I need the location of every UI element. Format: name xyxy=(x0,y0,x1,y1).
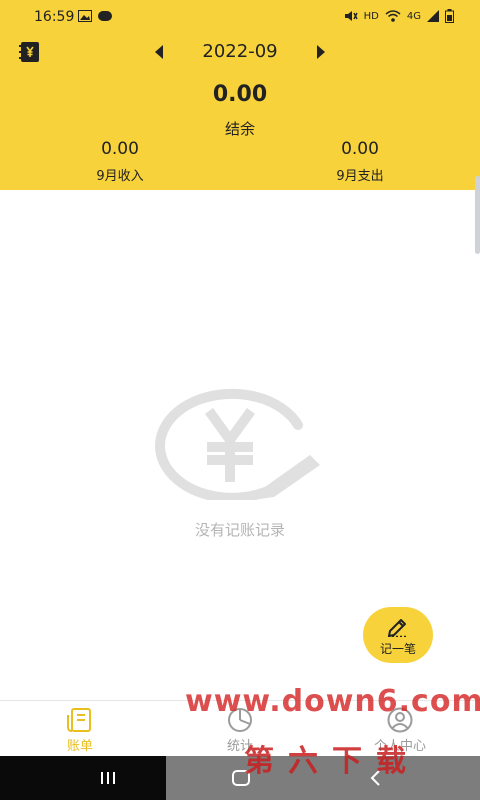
status-bar: 16:59 HD 4G xyxy=(0,0,480,34)
account-book-icon[interactable] xyxy=(18,40,42,64)
empty-state-text: 没有记账记录 xyxy=(194,521,285,539)
signal-icon xyxy=(427,10,439,22)
income-label: 9月收入 xyxy=(96,169,144,184)
current-month[interactable]: 2022-09 xyxy=(170,41,310,62)
scrollbar[interactable] xyxy=(475,176,480,254)
recent-apps-icon[interactable] xyxy=(96,767,120,789)
empty-yuan-pencil-icon xyxy=(155,388,320,500)
app-screen: 16:59 HD 4G 2022-09 0.00 结余 0.00 9月收入 0.… xyxy=(0,0,480,800)
wifi-icon xyxy=(385,10,401,22)
hd-label: HD xyxy=(363,10,379,22)
mute-icon xyxy=(344,11,358,21)
signal-label: 4G xyxy=(406,10,421,22)
status-indicators: HD 4G xyxy=(344,9,454,23)
app-notification-icon xyxy=(98,11,112,21)
add-record-label: 记一笔 xyxy=(379,642,416,656)
pencil-icon xyxy=(388,619,408,637)
add-record-button[interactable]: 记一笔 xyxy=(363,607,433,663)
gallery-icon xyxy=(78,10,92,22)
next-month-icon[interactable] xyxy=(314,44,328,60)
balance-label: 结余 xyxy=(224,120,255,138)
expense-amount: 0.00 xyxy=(341,139,379,159)
expense-label: 9月支出 xyxy=(336,169,384,184)
watermark-url: www.down6.com xyxy=(185,684,480,719)
watermark-text: 第六下载 xyxy=(244,744,420,779)
battery-icon xyxy=(445,9,454,23)
income-amount: 0.00 xyxy=(101,139,139,159)
tab-bill[interactable]: 账单 xyxy=(0,701,160,757)
tab-bill-label: 账单 xyxy=(66,739,93,754)
bill-icon xyxy=(67,708,91,732)
summary-header: 16:59 HD 4G 2022-09 0.00 结余 0.00 9月收入 0.… xyxy=(0,0,480,190)
previous-month-icon[interactable] xyxy=(152,44,166,60)
balance-amount: 0.00 xyxy=(212,82,268,107)
status-time: 16:59 xyxy=(34,9,75,25)
